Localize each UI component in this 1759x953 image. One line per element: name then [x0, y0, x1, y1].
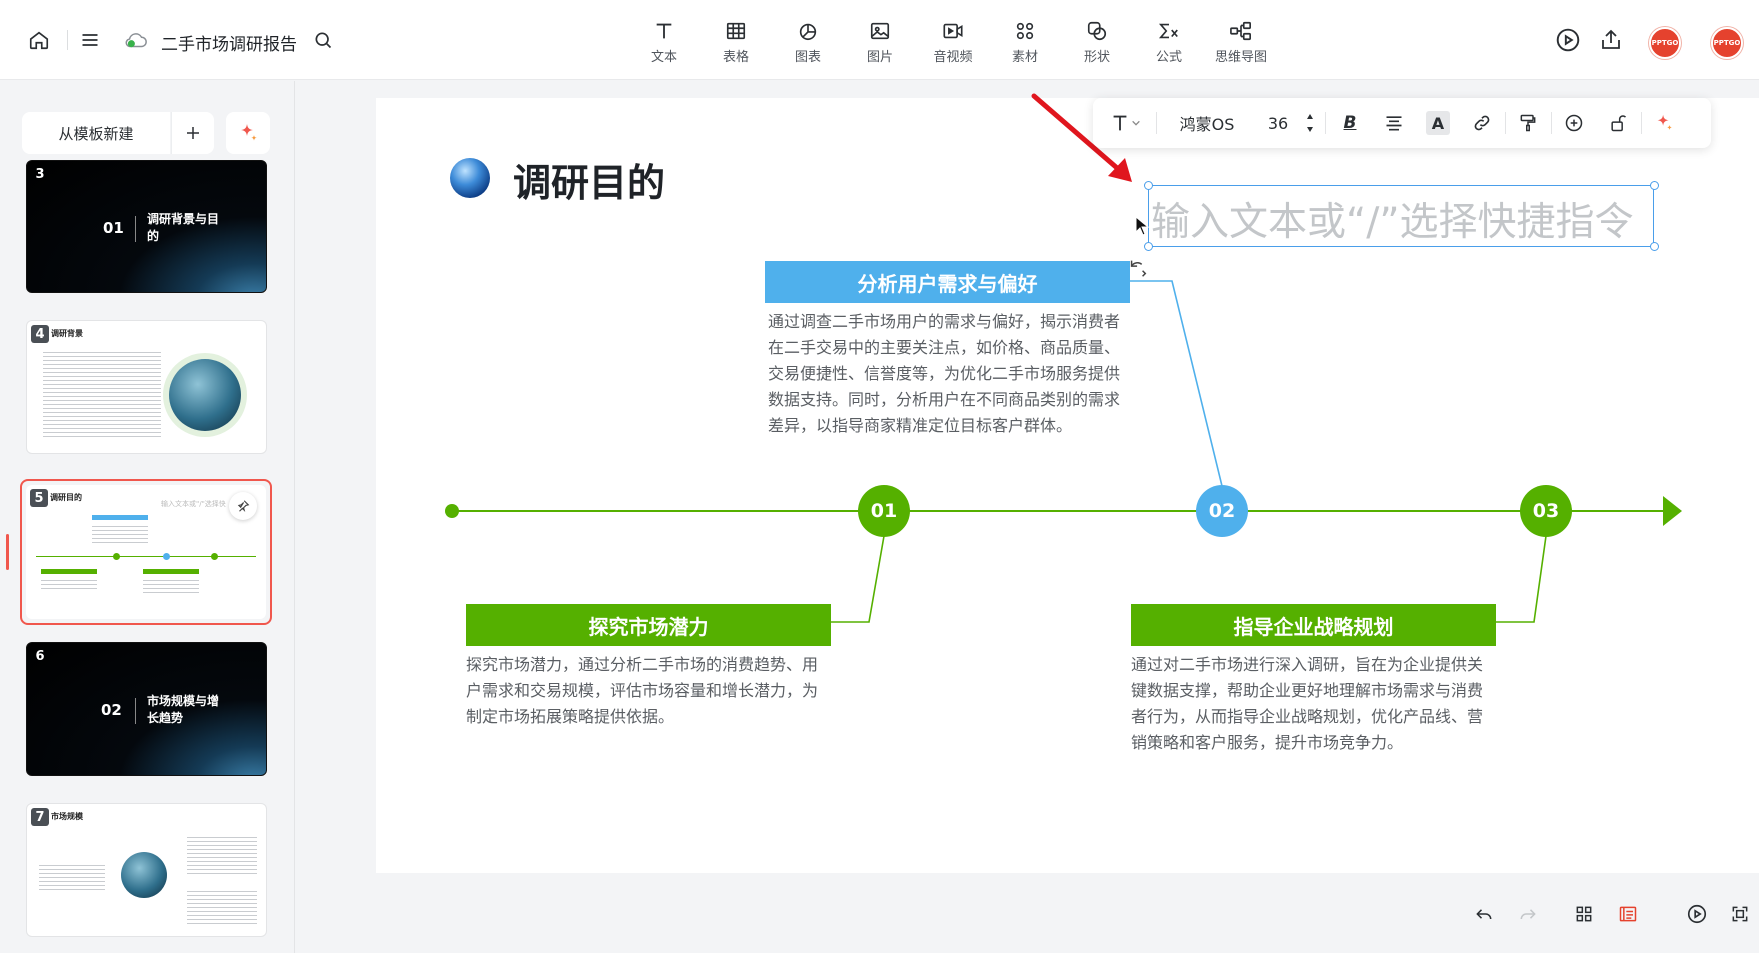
- resize-handle[interactable]: [1144, 181, 1153, 190]
- redo-icon[interactable]: [1514, 900, 1542, 928]
- ai-sparkle-icon[interactable]: [1649, 108, 1679, 138]
- item-heading-02[interactable]: 分析用户需求与偏好: [765, 261, 1130, 303]
- resize-handle[interactable]: [1650, 242, 1659, 251]
- normal-view-icon[interactable]: [1614, 900, 1642, 928]
- text-icon: [1113, 115, 1127, 131]
- font-size-stepper[interactable]: [1303, 108, 1317, 138]
- item-text-02[interactable]: 通过调查二手市场用户的需求与偏好，揭示消费者在二手交易中的主要关注点，如价格、商…: [768, 309, 1134, 439]
- timeline-start-dot: [445, 504, 459, 518]
- undo-icon[interactable]: [1470, 900, 1498, 928]
- play-from-current-icon[interactable]: [1683, 900, 1711, 928]
- connector-03: [1496, 535, 1547, 623]
- divider: [1156, 112, 1157, 134]
- text-type-dropdown[interactable]: [1103, 108, 1147, 138]
- bold-button[interactable]: B: [1335, 108, 1365, 138]
- font-size-input[interactable]: 36: [1253, 108, 1303, 138]
- timeline-node-03[interactable]: 03: [1520, 485, 1572, 537]
- font-color-letter: A: [1426, 111, 1450, 135]
- grid-view-icon[interactable]: [1570, 900, 1598, 928]
- add-animation-icon[interactable]: [1559, 108, 1589, 138]
- connector-01: [831, 535, 885, 623]
- chevron-down-icon: [1132, 120, 1140, 126]
- item-text-01[interactable]: 探究市场潜力，通过分析二手市场的消费趋势、用户需求和交易规模，评估市场容量和增长…: [466, 652, 832, 730]
- divider: [1551, 112, 1552, 134]
- unlock-icon[interactable]: [1603, 108, 1633, 138]
- divider: [1325, 112, 1326, 134]
- resize-handle[interactable]: [1144, 242, 1153, 251]
- text-placeholder-box[interactable]: 输入文本或“/”选择快捷指令: [1148, 185, 1654, 247]
- font-family-select[interactable]: 鸿蒙OS: [1165, 108, 1249, 138]
- fit-screen-icon[interactable]: [1726, 900, 1754, 928]
- text-placeholder[interactable]: 输入文本或“/”选择快捷指令: [1151, 191, 1634, 247]
- timeline-node-02[interactable]: 02: [1196, 485, 1248, 537]
- rotate-handle-icon[interactable]: [1127, 257, 1149, 279]
- divider: [1641, 112, 1642, 134]
- timeline-node-01[interactable]: 01: [858, 485, 910, 537]
- divider: [1505, 112, 1506, 134]
- mouse-cursor-icon: [1135, 216, 1149, 236]
- format-painter-icon[interactable]: [1513, 108, 1543, 138]
- resize-handle[interactable]: [1650, 181, 1659, 190]
- item-heading-03[interactable]: 指导企业战略规划: [1131, 604, 1496, 646]
- link-icon[interactable]: [1467, 108, 1497, 138]
- align-center-icon[interactable]: [1379, 108, 1409, 138]
- connector-02: [1130, 280, 1223, 487]
- font-color-button[interactable]: A: [1423, 108, 1453, 138]
- timeline-arrow: [1663, 496, 1682, 526]
- text-format-toolbar: 鸿蒙OS 36 B A: [1093, 98, 1711, 148]
- item-text-03[interactable]: 通过对二手市场进行深入调研，旨在为企业提供关键数据支撑，帮助企业更好地理解市场需…: [1131, 652, 1497, 756]
- item-heading-01[interactable]: 探究市场潜力: [466, 604, 831, 646]
